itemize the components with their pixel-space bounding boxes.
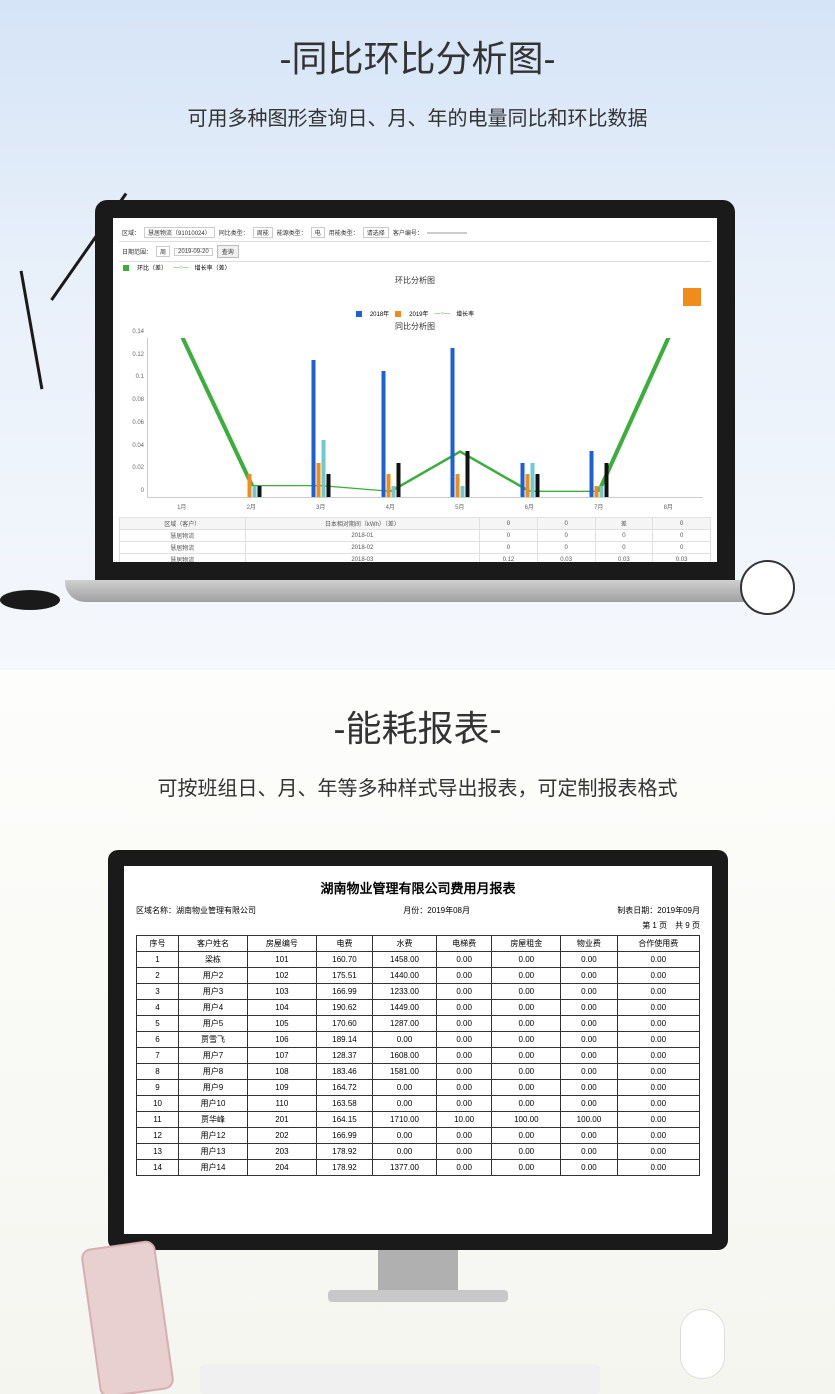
date-scope-select[interactable]: 周 (156, 246, 170, 257)
date-meta: 制表日期：2019年09月 (617, 905, 700, 916)
type-label: 同比类型： (219, 228, 249, 237)
report-page: 第 1 页 共 9 页 (136, 920, 700, 931)
page-info: 第 1 页 共 9 页 (642, 920, 700, 931)
query-button[interactable]: 查询 (217, 245, 239, 258)
chart2-legend: 2018年 2019年 —○— 增长率 (119, 308, 711, 319)
report-table: 序号客户姓名房屋编号电费水费电梯费房屋租金物业费合作使用费1梁栋101160.7… (136, 935, 700, 1176)
type-select[interactable]: 周能 (253, 227, 273, 238)
cust-input[interactable] (427, 232, 467, 234)
date-toolbar: 日期范围： 周 2019-09-20 查询 (119, 242, 711, 262)
chart-section: -同比环比分析图- 可用多种图形查询日、月、年的电量同比和环比数据 区域： 慧居… (0, 0, 835, 670)
filter-toolbar: 区域： 慧居物流（91010024） 同比类型： 周能 能源类型： 电 用能类型… (119, 224, 711, 242)
growth-line (148, 338, 703, 497)
analysis-app: 区域： 慧居物流（91010024） 同比类型： 周能 能源类型： 电 用能类型… (95, 200, 735, 580)
section2-subtitle: 可按班组日、月、年等多种样式导出报表，可定制报表格式 (0, 772, 835, 801)
date-label: 日期范围： (122, 247, 152, 256)
report-section: -能耗报表- 可按班组日、月、年等多种样式导出报表，可定制报表格式 湖南物业管理… (0, 670, 835, 1394)
laptop-mockup: 区域： 慧居物流（91010024） 同比类型： 周能 能源类型： 电 用能类型… (95, 200, 735, 620)
energy-label: 能源类型： (277, 228, 307, 237)
area-value[interactable]: 慧居物流（91010024） (144, 227, 215, 238)
monitor-mockup: 湖南物业管理有限公司费用月报表 区域名称：湖南物业管理有限公司 月份：2019年… (108, 850, 728, 1310)
use-select[interactable]: 请选择 (363, 227, 389, 238)
legend-label: 增长率（差） (195, 263, 231, 272)
date-input[interactable]: 2019-09-20 (174, 248, 213, 256)
legend-swatch (356, 311, 362, 317)
chart1-legend: 环比（差） —○— 增长率（差） (119, 262, 711, 273)
desk-clock (740, 560, 795, 615)
area-label: 区域： (122, 228, 140, 237)
chart2-title: 同比分析图 (119, 319, 711, 334)
report-meta: 区域名称：湖南物业管理有限公司 月份：2019年08月 制表日期：2019年09… (136, 905, 700, 916)
section2-title: -能耗报表- (0, 700, 835, 752)
desk-keyboard (200, 1364, 600, 1394)
section1-title: -同比环比分析图- (0, 30, 835, 82)
report-title: 湖南物业管理有限公司费用月报表 (136, 878, 700, 897)
chart1-title: 环比分析图 (119, 273, 711, 288)
monitor-base (328, 1290, 508, 1302)
area-meta: 区域名称：湖南物业管理有限公司 (136, 905, 256, 916)
section1-subtitle: 可用多种图形查询日、月、年的电量同比和环比数据 (0, 102, 835, 131)
chart1-marker (683, 288, 701, 306)
x-axis-ticks: 1月2月3月4月5月6月7月8月 (147, 502, 703, 511)
data-grid: 区域（客户）日本相对期间（kWh）（差）00差0慧居物流2018-010000慧… (119, 517, 711, 580)
legend-swatch (123, 265, 129, 271)
legend-label: 2018年 (370, 309, 389, 318)
monitor-stand (378, 1250, 458, 1290)
cust-label: 客户编号： (393, 228, 423, 237)
legend-label: 增长率 (456, 309, 474, 318)
lamp-base (0, 590, 60, 610)
legend-swatch (395, 311, 401, 317)
month-meta: 月份：2019年08月 (403, 905, 470, 916)
legend-label: 2019年 (409, 309, 428, 318)
report-app: 湖南物业管理有限公司费用月报表 区域名称：湖南物业管理有限公司 月份：2019年… (108, 850, 728, 1250)
legend-label: 环比（差） (137, 263, 167, 272)
desk-mouse (680, 1309, 725, 1379)
yoy-chart: 00.020.040.060.080.10.120.14 (147, 338, 703, 498)
use-label: 用能类型： (329, 228, 359, 237)
laptop-base (65, 580, 765, 602)
y-axis-ticks: 00.020.040.060.080.10.120.14 (122, 338, 146, 497)
energy-select[interactable]: 电 (311, 227, 325, 238)
